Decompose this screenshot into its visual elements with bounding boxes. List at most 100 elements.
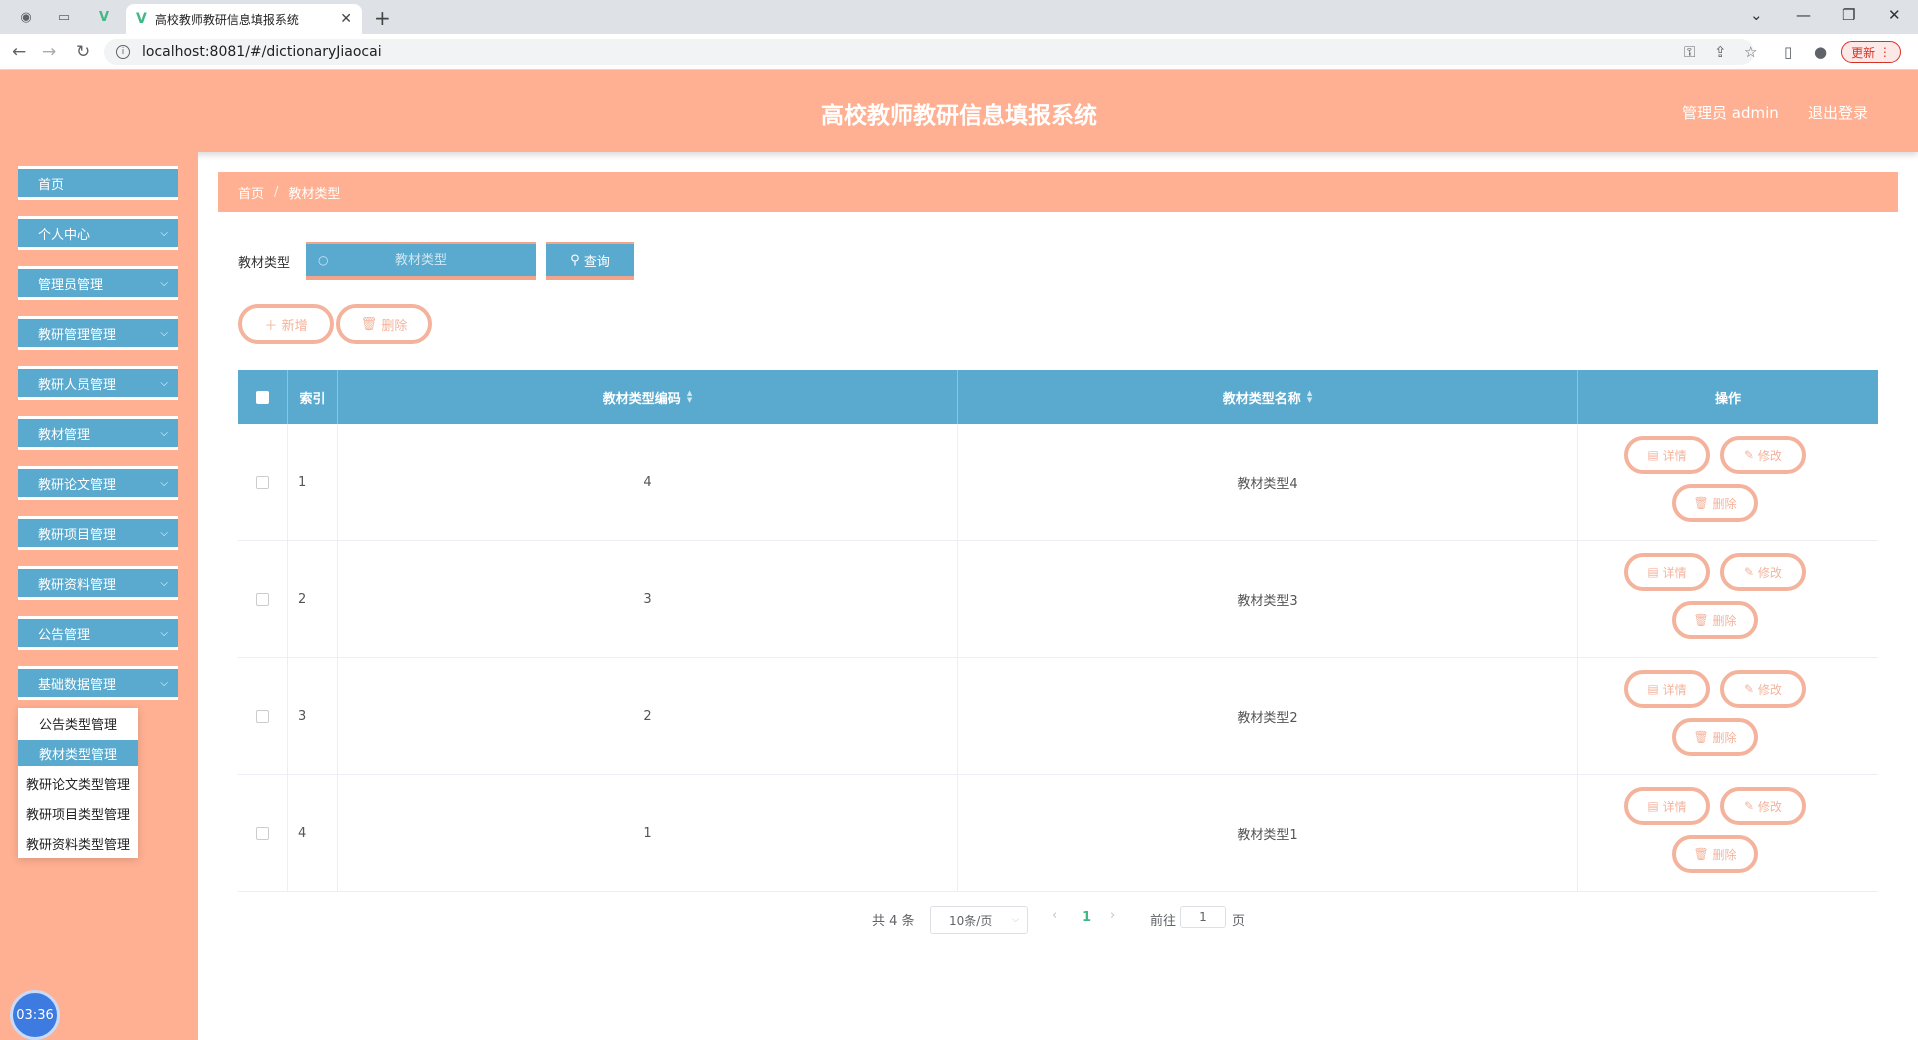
goto-page-input[interactable]: 1 [1180,906,1226,928]
detail-button[interactable]: ▤ 详情 [1624,787,1710,825]
chevron-down-icon: ⌵ [160,227,168,239]
row-checkbox[interactable] [256,827,269,840]
vue-tab-icon[interactable]: V [94,7,114,27]
edit-button[interactable]: ✎ 修改 [1720,436,1806,474]
search-input[interactable] [306,252,536,268]
profile-icon[interactable]: ● [1814,43,1827,61]
add-button[interactable]: ＋ 新增 [238,304,334,344]
edit-button[interactable]: ✎ 修改 [1720,787,1806,825]
edit-label: 修改 [1757,565,1782,580]
header-code[interactable]: 教材类型编码 ▲ ▼ [338,370,958,424]
minimize-icon[interactable]: — [1796,6,1811,24]
sidebar-item-announcements[interactable]: 公告管理 ⌵ [18,616,178,650]
bulk-delete-button[interactable]: 🗑 删除 [336,304,432,344]
row-delete-button[interactable]: 🗑 删除 [1672,718,1758,756]
info-icon[interactable]: i [116,45,130,59]
chevron-down-icon: ⌵ [160,527,168,539]
sort-icon[interactable]: ▲ ▼ [1307,390,1312,404]
chevron-down-icon[interactable]: ⌄ [1750,6,1763,24]
cell-name: 教材类型1 [958,775,1578,892]
forward-icon[interactable]: → [42,42,56,62]
row-select[interactable] [238,424,288,541]
submenu-item-textbook-type[interactable]: 教材类型管理 [18,740,138,766]
row-delete-button[interactable]: 🗑 删除 [1672,601,1758,639]
url-field[interactable]: i localhost:8081/#/dictionaryJiaocai [104,39,1754,65]
browser-tab-active[interactable]: V 高校教师教研信息填报系统 ✕ [126,4,362,34]
sidebar-item-projects[interactable]: 教研项目管理 ⌵ [18,516,178,550]
delete-label: 删除 [1712,613,1737,628]
chevron-down-icon: ⌵ [160,427,168,439]
search-label: 教材类型 [238,256,291,271]
submenu-item-project-type[interactable]: 教研项目类型管理 [18,800,138,826]
detail-button[interactable]: ▤ 详情 [1624,670,1710,708]
query-button-label: 查询 [583,254,610,270]
sidebar-item-label: 管理员管理 [38,277,104,293]
star-icon[interactable]: ☆ [1744,43,1757,61]
row-checkbox[interactable] [256,593,269,606]
row-checkbox[interactable] [256,476,269,489]
clock-badge: 03:36 [10,990,60,1040]
trash-icon: 🗑 [1693,847,1713,861]
sidebar-item-admin[interactable]: 管理员管理 ⌵ [18,266,178,300]
sidebar-item-materials[interactable]: 教研资料管理 ⌵ [18,566,178,600]
globe-icon[interactable]: ◉ [16,7,36,27]
submenu-item-material-type[interactable]: 教研资料类型管理 [18,830,138,856]
current-user: 管理员 admin [1682,104,1779,122]
new-tab-icon[interactable]: + [374,6,391,30]
sidepanel-icon[interactable]: ▯ [1784,43,1792,61]
submenu-item-paper-type[interactable]: 教研论文类型管理 [18,770,138,796]
detail-button[interactable]: ▤ 详情 [1624,436,1710,474]
sidebar-item-home[interactable]: 首页 [18,166,178,200]
select-all-checkbox[interactable] [256,390,269,404]
pencil-icon: ✎ [1744,799,1758,813]
edit-button[interactable]: ✎ 修改 [1720,553,1806,591]
page-size-select[interactable]: 10条/页 ⌵ [930,906,1028,934]
sidebar-item-personal-center[interactable]: 个人中心 ⌵ [18,216,178,250]
chevron-down-icon: ⌵ [160,377,168,389]
sidebar-item-textbooks[interactable]: 教材管理 ⌵ [18,416,178,450]
sidebar-item-label: 公告管理 [38,627,91,643]
window-close-icon[interactable]: ✕ [1888,6,1901,24]
cell-code: 1 [338,775,958,892]
sidebar-item-base-data[interactable]: 基础数据管理 ⌵ [18,666,178,700]
url-text: localhost:8081/#/dictionaryJiaocai [142,44,382,60]
row-select[interactable] [238,541,288,658]
row-delete-button[interactable]: 🗑 删除 [1672,484,1758,522]
detail-button[interactable]: ▤ 详情 [1624,553,1710,591]
page-icon[interactable]: ▭ [54,7,74,27]
back-icon[interactable]: ← [12,42,26,62]
header-select-all[interactable] [238,370,288,424]
share-icon[interactable]: ⇪ [1714,43,1727,61]
cell-code: 3 [338,541,958,658]
header-code-label: 教材类型编码 [602,391,681,407]
sort-icon[interactable]: ▲ ▼ [687,390,692,404]
header-name[interactable]: 教材类型名称 ▲ ▼ [958,370,1578,424]
sidebar-item-researchers[interactable]: 教研人员管理 ⌵ [18,366,178,400]
edit-label: 修改 [1757,448,1782,463]
browser-update-button[interactable]: 更新 ⋮ [1841,41,1901,63]
cell-ops: ▤ 详情 ✎ 修改 🗑 删除 [1578,775,1878,892]
search-box: ○ [306,242,536,280]
key-icon[interactable]: ⚿ [1684,43,1695,61]
sidebar-item-label: 个人中心 [38,227,91,243]
sidebar-item-research-management[interactable]: 教研管理管理 ⌵ [18,316,178,350]
edit-button[interactable]: ✎ 修改 [1720,670,1806,708]
current-page[interactable]: 1 [1082,910,1091,925]
row-select[interactable] [238,658,288,775]
breadcrumb-home[interactable]: 首页 [238,183,264,202]
detail-label: 详情 [1662,799,1687,814]
sidebar-item-label: 教材管理 [38,427,91,443]
restore-icon[interactable]: ❐ [1842,6,1855,24]
reload-icon[interactable]: ↻ [76,42,90,62]
close-tab-icon[interactable]: ✕ [340,11,352,27]
row-delete-button[interactable]: 🗑 删除 [1672,835,1758,873]
sidebar-item-papers[interactable]: 教研论文管理 ⌵ [18,466,178,500]
logout-link[interactable]: 退出登录 [1808,102,1868,123]
prev-page-icon[interactable]: ‹ [1052,908,1057,923]
next-page-icon[interactable]: › [1110,908,1115,923]
submenu-item-notice-type[interactable]: 公告类型管理 [18,710,138,736]
row-checkbox[interactable] [256,710,269,723]
delete-label: 删除 [1712,730,1737,745]
row-select[interactable] [238,775,288,892]
query-button[interactable]: ⚲ 查询 [546,242,634,280]
